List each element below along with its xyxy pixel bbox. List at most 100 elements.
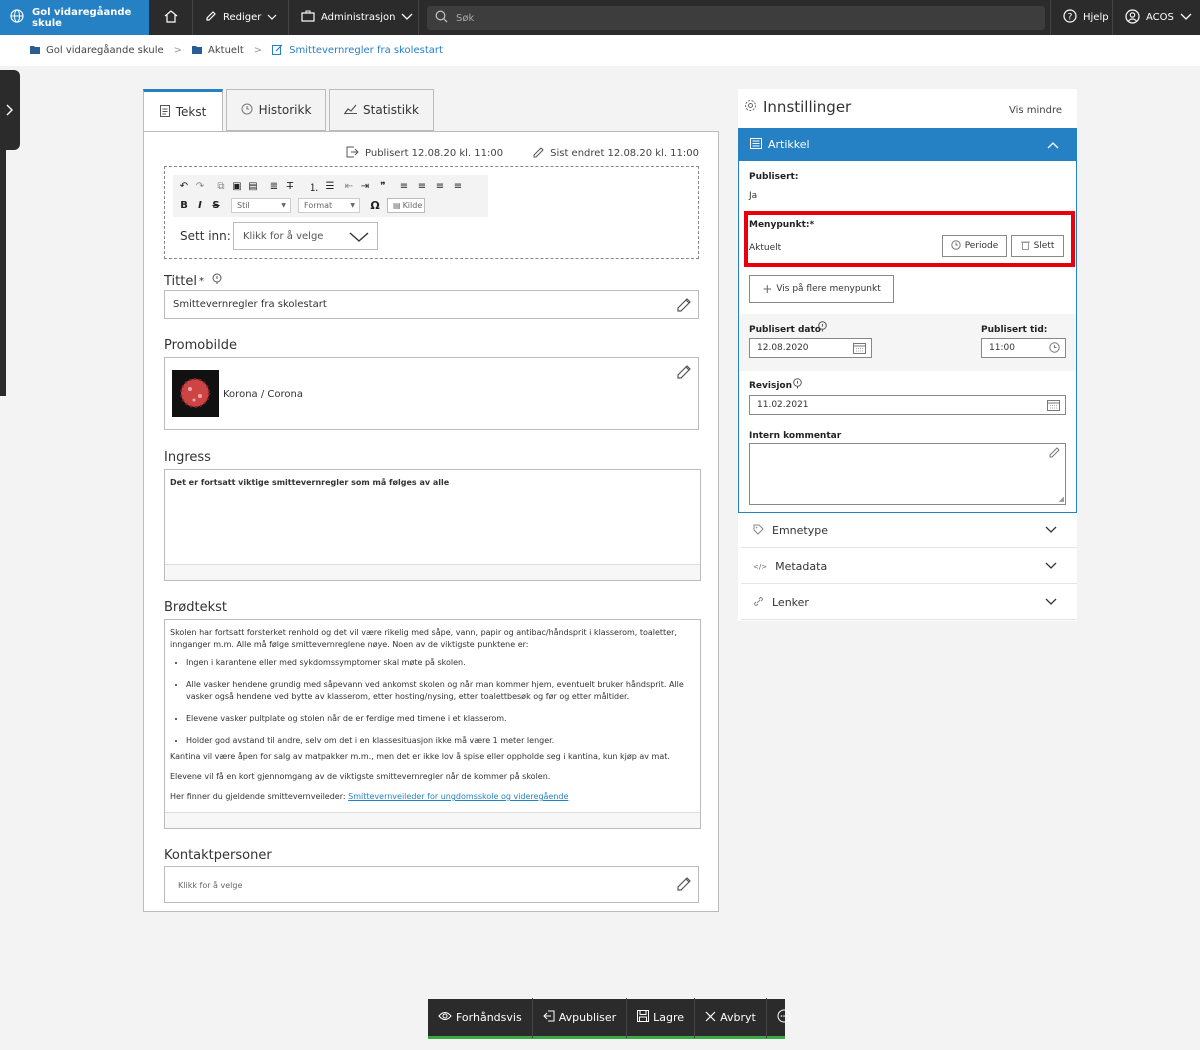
globe-icon (10, 9, 24, 26)
tab-tekst[interactable]: Tekst (143, 89, 223, 132)
list-item: Holder god avstand til andre, selv om de… (186, 735, 695, 747)
align-block-icon[interactable]: ≣ (266, 178, 282, 194)
justify-icon[interactable]: ≡ (450, 178, 466, 194)
insert-placeholder: Klikk for å velge (243, 230, 324, 242)
show-more-menu-button[interactable]: + Vis på flere menypunkt (749, 275, 894, 303)
clock-icon[interactable] (1049, 342, 1060, 356)
home-button[interactable] (149, 0, 193, 35)
svg-text:?: ? (1068, 13, 1073, 23)
published-value: Ja (749, 191, 758, 201)
guideline-link[interactable]: Smittevernveileder for ungdomsskole og v… (348, 792, 568, 801)
publish-info: Publisert 12.08.20 kl. 11:00 Sist endret… (144, 146, 699, 161)
blockquote-icon[interactable]: ❞ (375, 178, 391, 194)
user-menu[interactable]: ACOS (1113, 0, 1200, 35)
remove-format-icon[interactable]: T̶ (282, 178, 298, 194)
site-switcher[interactable]: Gol vidaregåande skule (0, 0, 149, 35)
calendar-icon[interactable] (853, 342, 866, 357)
italic-button[interactable]: I (192, 197, 208, 213)
save-button[interactable]: Lagre (627, 997, 696, 1038)
pencil-icon[interactable] (676, 297, 692, 317)
indent-icon[interactable]: ⇥ (357, 178, 373, 194)
preview-button[interactable]: Forhåndsvis (428, 997, 533, 1038)
insert-select[interactable]: Klikk for å velge (233, 222, 378, 250)
format-dropdown-label: Format (304, 201, 333, 210)
tab-statistikk[interactable]: Statistikk (329, 89, 434, 131)
info-icon[interactable] (793, 378, 802, 392)
contact-field[interactable]: Klikk for å velge (164, 866, 699, 903)
cancel-button[interactable]: Avbryt (695, 997, 767, 1038)
format-dropdown[interactable]: Format ▼ (298, 198, 360, 213)
help-label: Hjelp (1083, 12, 1109, 23)
ingress-field[interactable]: Det er fortsatt viktige smittevernregler… (164, 469, 701, 581)
tab-historikk[interactable]: Historikk (226, 89, 326, 131)
sidebar-expand-button[interactable] (0, 70, 20, 150)
special-char-button[interactable]: Ω (367, 197, 383, 213)
edit-page-icon (272, 44, 283, 58)
breadcrumb-item-home[interactable]: Gol vidaregåande skule (46, 45, 164, 56)
show-less-link[interactable]: Vis mindre (1009, 105, 1062, 116)
cancel-label: Avbryt (720, 1011, 756, 1024)
unpublish-button[interactable]: Avpubliser (533, 997, 628, 1038)
info-icon[interactable] (818, 321, 827, 335)
copy-icon[interactable]: ⧉ (213, 178, 229, 194)
title-field[interactable]: Smittevernregler fra skolestart (164, 290, 699, 319)
more-options-button[interactable] (767, 998, 801, 1038)
title-label: Tittel (164, 273, 197, 289)
pencil-icon[interactable] (1049, 447, 1060, 461)
chevron-down-icon (1180, 12, 1192, 23)
revision-input[interactable]: 11.02.2021 (749, 395, 1066, 415)
comment-textarea[interactable]: ◢ (749, 443, 1066, 505)
promo-image-field[interactable]: Korona / Corona (164, 357, 699, 430)
editor-toolbox: ↶ ↷ ⧉ ▣ ▤ ≣ T̶ ⒈ ☰ ⇤ ⇥ ❞ ≡ ≡ ≡ ≡ B I S S… (164, 166, 699, 259)
help-button[interactable]: ? Hjelp (1050, 0, 1113, 35)
breadcrumb-item-aktuelt[interactable]: Aktuelt (208, 45, 244, 56)
preview-label: Forhåndsvis (456, 1011, 522, 1024)
admin-menu[interactable]: Administrasjon (289, 0, 419, 35)
align-left-icon[interactable]: ≡ (396, 178, 412, 194)
numbered-list-icon[interactable]: ⒈ (306, 178, 322, 194)
paste-icon[interactable]: ▣ (229, 178, 245, 194)
accordion-metadata[interactable]: </> Metadata (741, 550, 1077, 584)
source-label: Kilde (402, 201, 423, 210)
chevron-down-icon (401, 12, 413, 23)
promo-caption: Korona / Corona (223, 389, 303, 400)
resize-handle-icon[interactable]: ◢ (1059, 495, 1064, 503)
bulleted-list-icon[interactable]: ☰ (322, 178, 338, 194)
pencil-icon[interactable] (676, 876, 692, 896)
align-right-icon[interactable]: ≡ (432, 178, 448, 194)
settings-title: Innstillinger (763, 98, 852, 116)
outdent-icon[interactable]: ⇤ (341, 178, 357, 194)
body-field[interactable]: Skolen har fortsatt forsterket renhold o… (164, 619, 701, 829)
accordion-emnetype[interactable]: Emnetype (741, 514, 1077, 548)
article-section-title: Artikkel (768, 138, 810, 151)
redo-icon[interactable]: ↷ (192, 178, 208, 194)
source-button[interactable]: ▤ Kilde (387, 198, 425, 213)
gear-icon (744, 99, 757, 115)
pub-time-input[interactable]: 11:00 (981, 338, 1066, 358)
pencil-icon[interactable] (676, 364, 692, 384)
contact-placeholder: Klikk for å velge (178, 881, 243, 890)
undo-icon[interactable]: ↶ (176, 178, 192, 194)
accordion-lenker[interactable]: Lenker (741, 586, 1077, 620)
article-section-header[interactable]: Artikkel (738, 128, 1077, 161)
comment-label: Intern kommentar (749, 431, 842, 441)
accordion-label: Emnetype (772, 524, 828, 537)
last-changed-text: Sist endret 12.08.20 kl. 11:00 (550, 148, 699, 159)
breadcrumb-separator: > (253, 45, 263, 56)
align-center-icon[interactable]: ≡ (414, 178, 430, 194)
body-paragraph: Kantina vil være åpen for salg av matpak… (170, 752, 670, 761)
search-input[interactable]: Søk (427, 6, 1045, 30)
bold-button[interactable]: B (176, 197, 192, 213)
body-statusbar (165, 812, 700, 828)
edit-menu[interactable]: Rediger (193, 0, 289, 35)
search-icon (435, 10, 448, 26)
action-bar: Forhåndsvis Avpubliser Lagre Avbryt (428, 997, 791, 1039)
style-dropdown[interactable]: Stil ▼ (231, 198, 291, 213)
paste-text-icon[interactable]: ▤ (245, 178, 261, 194)
body-content: Skolen har fortsatt forsterket renhold o… (170, 627, 695, 811)
pub-date-input[interactable]: 12.08.2020 (749, 338, 872, 358)
info-icon[interactable] (212, 273, 222, 289)
strikethrough-button[interactable]: S (208, 197, 224, 213)
calendar-icon[interactable] (1047, 399, 1060, 414)
site-name: Gol vidaregåande skule (32, 6, 132, 29)
